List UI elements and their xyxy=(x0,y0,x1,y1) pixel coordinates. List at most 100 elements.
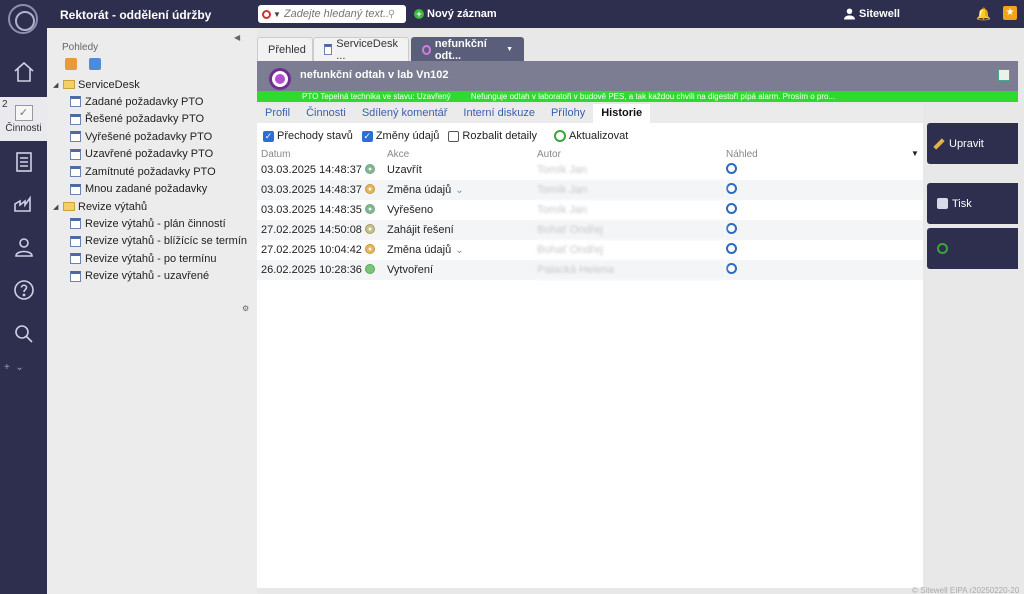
record-title: nefunkční odtah v lab Vn102 xyxy=(300,69,449,81)
column-menu-icon[interactable]: ▼ xyxy=(911,149,919,158)
tab-record[interactable]: nefunkční odt... ▼ xyxy=(411,37,524,62)
preview-icon[interactable] xyxy=(726,223,737,234)
views-title: Pohledy xyxy=(62,42,99,53)
preview-icon[interactable] xyxy=(726,263,737,274)
cell-preview[interactable] xyxy=(726,160,923,180)
help-icon[interactable] xyxy=(0,268,47,312)
column-header-date[interactable]: Datum xyxy=(257,148,365,160)
checkbox-checked-icon[interactable]: ✓ xyxy=(361,130,373,142)
user-icon[interactable] xyxy=(0,225,47,269)
refresh-button[interactable]: Aktualizovat xyxy=(554,130,628,142)
chevron-down-icon[interactable]: ⌄ xyxy=(455,185,463,196)
bell-icon[interactable]: 🔔 xyxy=(976,7,991,21)
home-icon[interactable] xyxy=(0,50,47,94)
more-icon[interactable]: + ⌄ xyxy=(4,362,24,373)
list-icon xyxy=(70,96,81,108)
expand-icon[interactable]: ◢ xyxy=(53,203,61,211)
preview-icon[interactable] xyxy=(726,183,737,194)
tab-servicedesk[interactable]: ServiceDesk ... xyxy=(313,37,409,62)
collapse-left-icon[interactable]: ◀ xyxy=(234,33,240,42)
tree-view-item[interactable]: Uzavřené požadavky PTO xyxy=(53,146,253,164)
search-icon[interactable]: ⚲ xyxy=(388,9,395,20)
checkbox-checked-icon[interactable]: ✓ xyxy=(263,130,274,142)
cell-preview[interactable] xyxy=(726,240,923,260)
preview-icon[interactable] xyxy=(726,203,737,214)
tree-folder[interactable]: ◢ Revize výtahů xyxy=(53,198,253,215)
preview-icon[interactable] xyxy=(726,243,737,254)
table-row[interactable]: 27.02.2025 10:04:42 Změna údajů ⌄ Bohať Ond… xyxy=(257,240,923,260)
save-view-icon[interactable] xyxy=(89,58,101,70)
chevron-down-icon[interactable]: ▼ xyxy=(506,46,513,53)
tree-view-item[interactable]: Revize výtahů - plán činností xyxy=(53,215,253,233)
tree-view-item[interactable]: Revize výtahů - uzavřené xyxy=(53,268,253,286)
cell-date: 27.02.2025 10:04:42 xyxy=(261,244,362,256)
preview-icon[interactable] xyxy=(726,163,737,174)
window-icon[interactable] xyxy=(998,69,1010,81)
cell-preview[interactable] xyxy=(726,220,923,240)
search-box[interactable]: ▼ ⚲ xyxy=(258,5,406,23)
edit-button[interactable]: Upravit xyxy=(927,123,1018,164)
cell-preview[interactable] xyxy=(726,180,923,200)
tree-view-item[interactable]: Revize výtahů - po termínu xyxy=(53,250,253,268)
list-icon xyxy=(324,44,333,55)
data-changes-checkbox[interactable]: ✓ Změny údajů xyxy=(361,130,439,142)
subtab-item[interactable]: Sdílený komentář xyxy=(354,104,456,123)
action-label: Uzavřít xyxy=(387,164,422,176)
action-label: Změna údajů xyxy=(387,184,452,196)
activities-label: Činnosti xyxy=(5,122,42,134)
tree-view-item[interactable]: Zamítnuté požadavky PTO xyxy=(53,163,253,181)
tree-view-item[interactable]: Řešené požadavky PTO xyxy=(53,111,253,129)
document-icon[interactable] xyxy=(0,140,47,184)
refresh-record-button[interactable] xyxy=(927,228,1018,269)
table-row[interactable]: 03.03.2025 14:48:35 Vyřešeno Tomík Jan xyxy=(257,200,923,220)
chevron-down-icon[interactable]: ▼ xyxy=(273,10,281,19)
tab-overview[interactable]: Přehled xyxy=(257,37,313,61)
expand-icon[interactable]: ◢ xyxy=(53,81,61,89)
table-row[interactable]: 03.03.2025 14:48:37 Uzavřít Tomík Jan xyxy=(257,160,923,180)
settings-icon[interactable]: ⚙ xyxy=(242,304,249,313)
table-row[interactable]: 27.02.2025 14:50:08 Zahájit řešení Bohať O… xyxy=(257,220,923,240)
app-logo[interactable] xyxy=(8,4,38,34)
expand-details-checkbox[interactable]: Rozbalit detaily xyxy=(448,130,537,142)
new-record-button[interactable]: + Nový záznam xyxy=(414,8,497,20)
main-area: Přehled ServiceDesk ... nefunkční odt...… xyxy=(257,37,1018,588)
search-scope-icon[interactable] xyxy=(262,9,271,19)
column-header-action[interactable]: Akce xyxy=(387,148,537,160)
search-input[interactable] xyxy=(283,8,388,20)
star-icon[interactable]: ★ xyxy=(1003,6,1017,20)
cell-preview[interactable] xyxy=(726,260,923,280)
printer-icon xyxy=(937,198,948,209)
search-icon[interactable] xyxy=(0,312,47,356)
tree-view-item[interactable]: Mnou zadané požadavky xyxy=(53,181,253,199)
tab-bar: Přehled ServiceDesk ... nefunkční odt...… xyxy=(257,37,1018,62)
tree-view-item[interactable]: Zadané požadavky PTO xyxy=(53,93,253,111)
subtab-item[interactable]: Činnosti xyxy=(298,104,354,123)
subtab-item[interactable]: Přílohy xyxy=(543,104,593,123)
tree-view-item[interactable]: Vyřešené požadavky PTO xyxy=(53,128,253,146)
rail-item-activities[interactable]: 2 ✓ Činnosti xyxy=(0,97,47,141)
history-panel: ✓ Přechody stavů ✓ Změny údajů Rozbalit … xyxy=(257,123,923,588)
print-button[interactable]: Tisk xyxy=(927,183,1018,224)
column-header-author[interactable]: Autor xyxy=(537,148,726,160)
tree-folder[interactable]: ◢ ServiceDesk xyxy=(53,76,253,93)
user-menu[interactable]: Sitewell xyxy=(844,8,900,20)
table-row[interactable]: 03.03.2025 14:48:37 Změna údajů ⌄ Tomík Jan xyxy=(257,180,923,200)
chart-icon[interactable] xyxy=(0,180,47,224)
column-header-preview[interactable]: Náhled xyxy=(726,148,923,160)
app-title: Rektorát - oddělení údržby xyxy=(60,8,212,22)
action-status-icon xyxy=(365,163,375,174)
table-row[interactable]: 26.02.2025 10:28:36 Vytvoření Palacká Hele… xyxy=(257,260,923,280)
tree-view-item[interactable]: Revize výtahů - blížícíc se termín xyxy=(53,233,253,251)
subtab-item[interactable]: Historie xyxy=(593,104,651,123)
chevron-down-icon[interactable]: ⌄ xyxy=(455,245,463,256)
tab-label: Přehled xyxy=(268,43,306,56)
checkbox-unchecked-icon[interactable] xyxy=(448,130,460,142)
cell-date: 03.03.2025 14:48:37 xyxy=(257,180,365,200)
state-transitions-checkbox[interactable]: ✓ Přechody stavů xyxy=(263,130,353,142)
cell-action: Zahájit řešení xyxy=(387,220,537,240)
subtab-item[interactable]: Interní diskuze xyxy=(455,104,543,123)
cell-preview[interactable] xyxy=(726,200,923,220)
manage-views-icon[interactable] xyxy=(65,58,77,70)
subtab-item[interactable]: Profil xyxy=(257,104,298,123)
record-status-icon xyxy=(269,68,291,90)
